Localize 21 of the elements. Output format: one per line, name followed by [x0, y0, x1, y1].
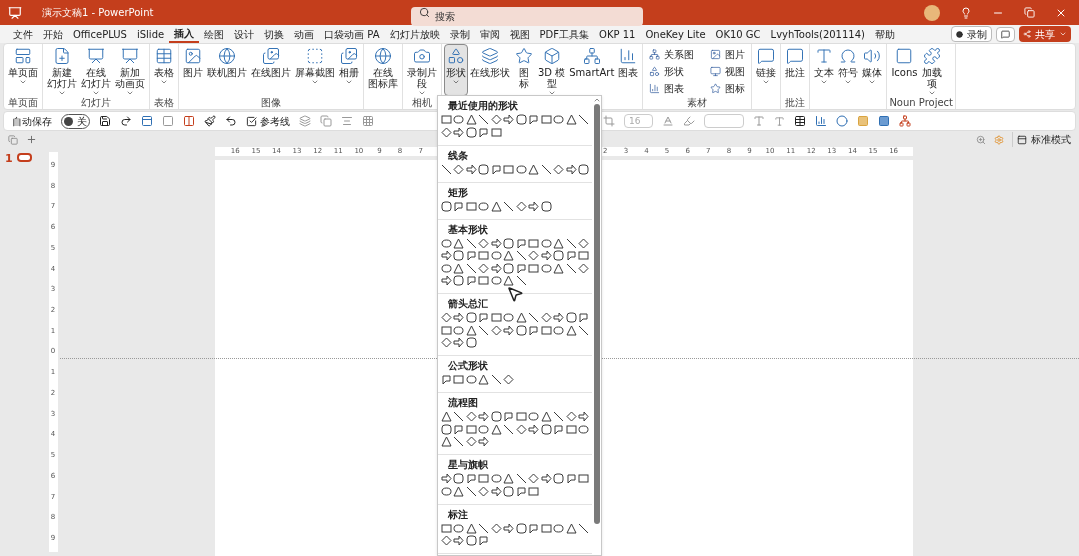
section-title: 基本形状 [447, 222, 489, 237]
group-label: 素材 [687, 97, 708, 109]
group-label: 图像 [261, 97, 281, 109]
section-title: 最近使用的形状 [447, 99, 519, 113]
guides-label: 参考线 [260, 114, 290, 129]
section-title: 箭头总汇 [447, 297, 489, 311]
section-title: 公式形状 [447, 359, 489, 373]
group-label: 表格 [154, 97, 174, 109]
section-title: 线条 [447, 148, 469, 163]
autosave-label: 自动保存 [12, 114, 52, 129]
group-label: 幻灯片 [81, 97, 111, 109]
group-label: 单页面 [8, 97, 38, 109]
section-title: 流程图 [447, 396, 479, 410]
group-label: 相机 [412, 97, 432, 109]
section-title: 矩形 [447, 185, 469, 200]
group-label: 批注 [785, 97, 806, 109]
section-title: 星与旗帜 [447, 458, 489, 472]
slide-number: 1 [5, 153, 13, 167]
window-title: 演示文稿1 - PowerPoint [42, 6, 154, 20]
section-title: 标注 [447, 507, 469, 522]
group-label: Noun Project [889, 97, 954, 109]
